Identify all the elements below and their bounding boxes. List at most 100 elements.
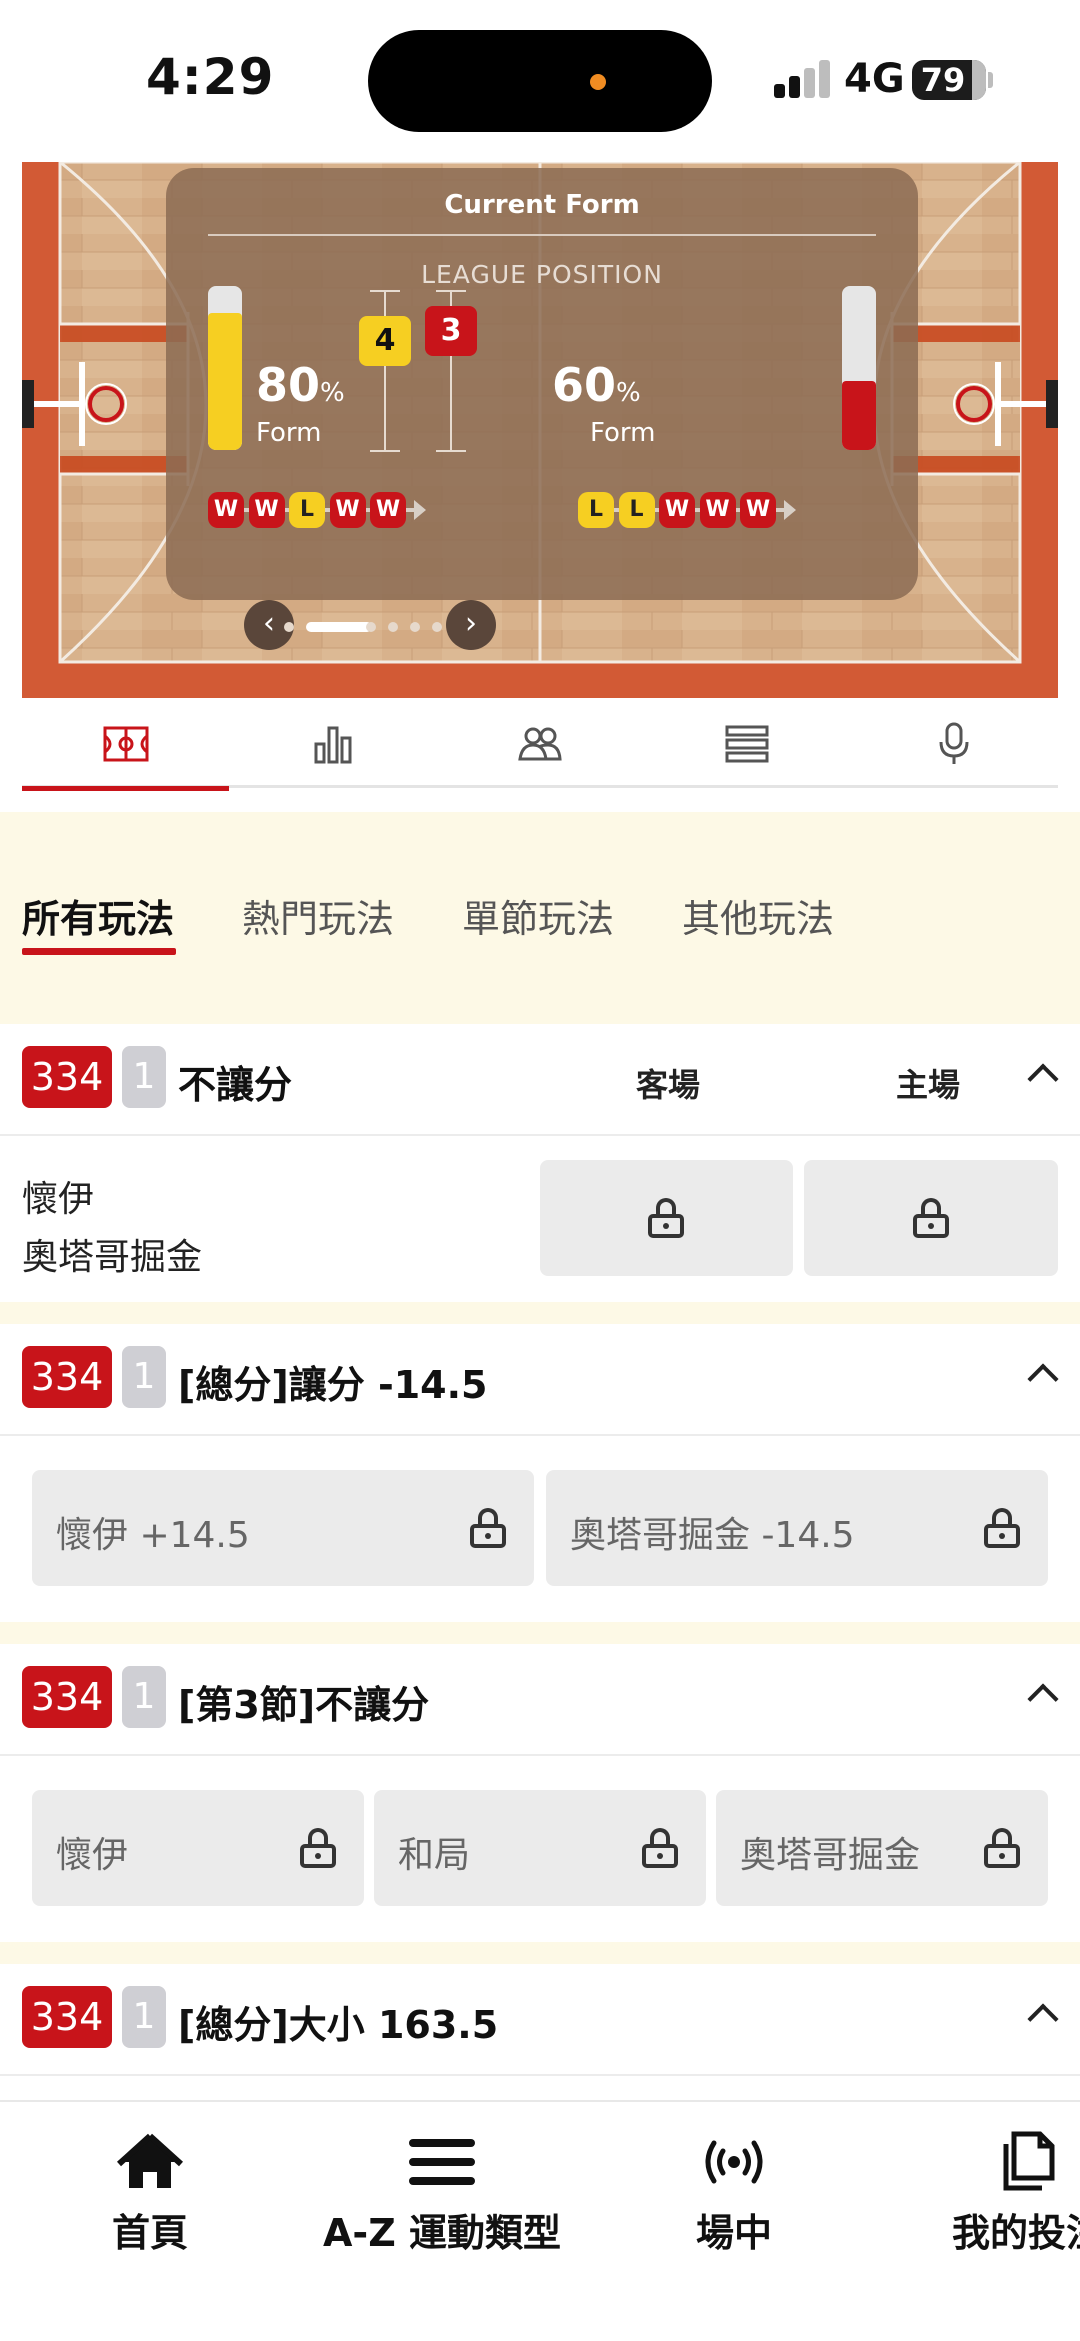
home-icon [117,2133,183,2188]
basketball-court-icon [103,726,148,762]
signal-strength-icon [774,60,830,98]
bottom-navigation: 首頁 A-Z 運動類型 場中 我的投 [0,2100,1080,2341]
market-title: [第3節]不讓分 [178,1683,430,1727]
nav-my-bets[interactable]: 我的投注 [950,2128,1080,2257]
microphone-icon [939,722,968,764]
home-result-chip: W [248,492,285,528]
away-league-position: 3 [425,306,477,356]
odds-option-label: 和局 [398,1835,471,1876]
players-icon [517,727,562,761]
team-name: 奧塔哥掘金 [22,1237,203,1278]
carousel-dot[interactable] [432,622,442,632]
lock-icon [642,1828,678,1868]
odds-button-home[interactable] [804,1160,1058,1276]
column-away: 客場 [636,1066,701,1104]
market-number-badge: 334 [22,1666,112,1728]
divider [208,234,876,236]
form-card-title: Current Form [444,190,640,220]
tab-popular-markets[interactable]: 熱門玩法 [242,888,394,943]
away-result-chip: L [618,492,655,528]
market-title: [總分]讓分 -14.5 [178,1363,488,1407]
home-league-position: 4 [359,316,411,366]
battery-level: 79 [920,61,966,99]
market-header[interactable]: 334 1 [總分]大小 163.5 [0,1964,1080,2076]
odds-button[interactable]: 懷伊 [32,1790,364,1906]
home-form-pct: 80% [256,358,345,412]
screen: 4:29 4G 79 Current Form LEAGUE POSITION … [0,0,1080,2341]
market-sub-badge: 1 [122,1346,166,1408]
results-arrow-icon [414,500,426,520]
home-form-fill [208,313,242,450]
tab-lineups[interactable] [436,700,643,788]
battery-cap [988,72,993,88]
league-position-label: LEAGUE POSITION [421,260,663,289]
tab-all-markets[interactable]: 所有玩法 [22,888,174,943]
market-number-badge: 334 [22,1046,112,1108]
nav-home[interactable]: 首頁 [90,2128,210,2257]
results-arrow-icon [784,500,796,520]
away-form-meter [842,286,876,450]
carousel-dot[interactable] [306,622,372,632]
lock-icon [984,1508,1020,1548]
home-form-meter [208,286,242,450]
odds-button-away[interactable] [540,1160,793,1276]
home-result-chip: W [329,492,366,528]
lock-icon [470,1508,506,1548]
away-recent-results: LLWWW [578,486,796,534]
current-form-card: Current Form LEAGUE POSITION 80% Form 4 … [166,168,918,600]
list-icon [725,725,768,763]
carousel-dot[interactable] [410,622,420,632]
tab-quarter-markets[interactable]: 單節玩法 [462,888,614,943]
column-home: 主場 [896,1066,961,1104]
home-result-chip: L [289,492,325,528]
market-body: 懷伊 +14.5 奧塔哥掘金 -14.5 [0,1436,1080,1622]
odds-button[interactable]: 懷伊 +14.5 [32,1470,534,1586]
home-position-track [384,290,386,450]
home-recent-results: WWLWW [208,486,426,534]
odds-button[interactable]: 和局 [374,1790,706,1906]
dynamic-island [368,30,712,132]
market-header[interactable]: 334 1 [總分]讓分 -14.5 [0,1324,1080,1436]
home-result-chip: W [208,492,244,528]
live-broadcast-icon [705,2140,763,2184]
nav-label: 場中 [695,2211,772,2255]
chevron-up-icon[interactable] [1027,2003,1059,2035]
carousel-next-button[interactable]: › [446,600,496,650]
nav-live[interactable]: 場中 [674,2128,794,2257]
away-form-pct: 60% [552,358,641,412]
match-visualization: Current Form LEAGUE POSITION 80% Form 4 … [22,162,1058,698]
active-tab-indicator [22,948,176,955]
odds-button[interactable]: 奧塔哥掘金 -14.5 [546,1470,1048,1586]
team-name: 懷伊 [22,1179,95,1220]
tab-list[interactable] [643,700,850,788]
lock-icon [648,1198,684,1238]
home-result-chip: W [370,492,406,528]
away-result-chip: L [578,492,614,528]
market-number-badge: 334 [22,1986,112,2048]
tab-other-markets[interactable]: 其他玩法 [682,888,834,943]
match-view-tabs [22,700,1058,791]
lock-icon [913,1198,949,1238]
odds-button[interactable]: 奧塔哥掘金 [716,1790,1048,1906]
market-sub-badge: 1 [122,1666,166,1728]
bet-category-tabs: 所有玩法 熱門玩法 單節玩法 其他玩法 [0,812,1080,1024]
status-time: 4:29 [146,48,275,106]
status-bar: 4:29 4G 79 [0,0,1080,160]
my-bets-icon [1003,2131,1055,2191]
market-header[interactable]: 334 1 不讓分 客場 主場 [0,1024,1080,1136]
carousel-dot[interactable] [366,622,376,632]
away-result-chip: W [740,492,776,528]
carousel-dot[interactable] [284,622,294,632]
tab-commentary[interactable] [850,700,1057,788]
tab-court[interactable] [22,700,229,791]
market-header[interactable]: 334 1 [第3節]不讓分 [0,1644,1080,1756]
lock-icon [984,1828,1020,1868]
chevron-up-icon[interactable] [1027,1363,1059,1395]
carousel-dot[interactable] [388,622,398,632]
tab-stats[interactable] [229,700,436,788]
nav-label: 我的投注 [952,2211,1080,2255]
chevron-up-icon[interactable] [1027,1683,1059,1715]
nav-az-sports[interactable]: A-Z 運動類型 [320,2128,564,2257]
chevron-up-icon[interactable] [1027,1063,1059,1095]
away-result-chip: W [699,492,736,528]
